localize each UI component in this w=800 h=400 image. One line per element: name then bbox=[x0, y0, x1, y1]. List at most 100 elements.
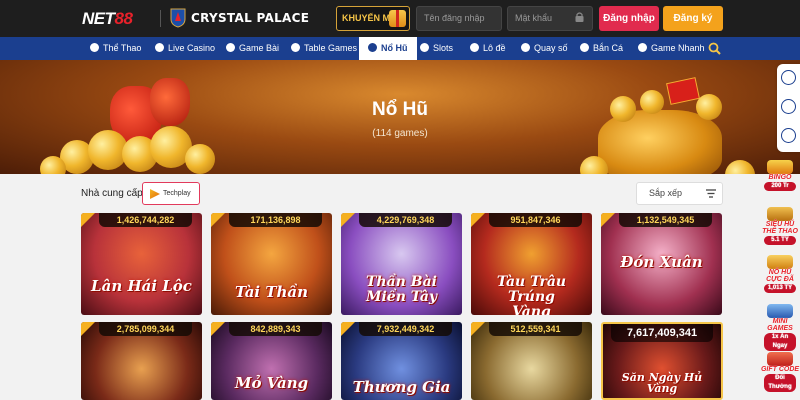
nav-item-quay-so[interactable]: Quay số bbox=[521, 37, 568, 60]
nav-label: Live Casino bbox=[168, 43, 216, 53]
nav-item-table-games[interactable]: Table Games bbox=[291, 37, 357, 60]
game-title: Săn Ngày Hủ Vàng bbox=[621, 371, 703, 395]
game-title: Đón Xuân bbox=[620, 253, 703, 271]
nav-label: Slots bbox=[433, 43, 454, 53]
slot-machine-icon bbox=[420, 43, 429, 52]
nav-item-ban-ca[interactable]: Bắn Cá bbox=[580, 37, 623, 60]
login-button[interactable]: Đăng nhập bbox=[599, 6, 659, 31]
game-card[interactable]: 4,229,769,348 Thần Bài Miền Tây bbox=[341, 213, 462, 315]
slot-jar-icon bbox=[368, 43, 377, 52]
telegram-icon[interactable] bbox=[781, 99, 796, 114]
provider-chip-label: Techplay bbox=[163, 190, 191, 197]
nav-item-game-nhanh[interactable]: Game Nhanh bbox=[638, 37, 705, 60]
hot-badge bbox=[341, 213, 355, 227]
chat-icon[interactable] bbox=[781, 70, 796, 85]
nav-item-live-casino[interactable]: Live Casino bbox=[155, 37, 215, 60]
promo-bingo[interactable]: BINGO 200 Tr bbox=[760, 160, 800, 191]
game-title: Tàu Trâu Trúng Vàng bbox=[496, 274, 567, 316]
game-card[interactable]: 951,847,346 Tàu Trâu Trúng Vàng bbox=[471, 213, 592, 315]
nav-label: Lô đề bbox=[483, 43, 506, 53]
nav-label: Game Bài bbox=[239, 43, 280, 53]
nav-item-slots[interactable]: Slots bbox=[420, 37, 453, 60]
game-card[interactable]: 512,559,341 bbox=[471, 322, 592, 400]
lottery-ball-icon bbox=[470, 43, 479, 52]
nav-item-no-hu[interactable]: Nổ Hũ bbox=[359, 37, 417, 60]
fish-icon bbox=[580, 43, 589, 52]
hot-badge bbox=[211, 213, 225, 227]
game-card[interactable]: 2,785,099,344 bbox=[81, 322, 202, 400]
game-title: Lân Hái Lộc bbox=[91, 277, 192, 295]
game-title: Thần Bài Miền Tây bbox=[365, 274, 438, 305]
nav-item-the-thao[interactable]: Thể Thao bbox=[90, 37, 141, 60]
casino-chip-icon bbox=[155, 43, 164, 52]
nav-item-lo-de[interactable]: Lô đề bbox=[470, 37, 506, 60]
gold-coin-icon bbox=[640, 90, 664, 114]
promo-title: MINI GAMES bbox=[767, 318, 793, 332]
hot-badge bbox=[81, 213, 95, 227]
sort-dropdown[interactable]: Sắp xếp bbox=[636, 182, 723, 205]
promo-no-hu-cuc-da[interactable]: NỔ HŨ CỰC ĐÃ 1,013 TỶ bbox=[760, 255, 800, 293]
nav-label: Bắn Cá bbox=[593, 43, 624, 53]
jackpot-amount: 512,559,341 bbox=[489, 322, 582, 336]
game-card[interactable]: 171,136,898 Tài Thần bbox=[211, 213, 332, 315]
jackpot-amount: 951,847,346 bbox=[489, 213, 582, 227]
soccer-ball-icon bbox=[90, 43, 99, 52]
nav-label: Quay số bbox=[534, 43, 568, 53]
sort-label: Sắp xếp bbox=[649, 188, 683, 198]
nav-item-game-bai[interactable]: Game Bài bbox=[226, 37, 279, 60]
gift-icon bbox=[389, 10, 406, 27]
jackpot-amount: 1,426,744,282 bbox=[99, 213, 192, 227]
trophy-icon bbox=[767, 207, 793, 221]
gift-box-icon bbox=[767, 352, 793, 366]
gold-coin-icon bbox=[696, 94, 722, 120]
site-logo[interactable]: NET88 bbox=[82, 9, 133, 29]
jackpot-amount: 2,785,099,344 bbox=[99, 322, 192, 336]
main-nav: Thể Thao Live Casino Game Bài Table Game… bbox=[0, 37, 800, 60]
gamepad-icon bbox=[638, 43, 647, 52]
provider-label: Nhà cung cấp bbox=[81, 188, 143, 199]
game-card[interactable]: 842,889,343 Mỏ Vàng bbox=[211, 322, 332, 400]
promo-value: 1x Ăn Ngay bbox=[764, 333, 796, 351]
mini-games-icon bbox=[767, 304, 793, 318]
partner-name: CRYSTAL PALACE bbox=[191, 11, 310, 25]
promo-title: GIFT CODE bbox=[760, 366, 800, 373]
crystal-palace-crest-icon bbox=[170, 8, 186, 28]
game-card[interactable]: 7,932,449,342 Thương Gia bbox=[341, 322, 462, 400]
username-input[interactable]: Tên đăng nhập bbox=[416, 6, 502, 31]
promo-title: NỔ HŨ CỰC ĐÃ bbox=[766, 269, 794, 283]
game-card-featured[interactable]: 7,617,409,341 Săn Ngày Hủ Vàng bbox=[601, 322, 723, 400]
lock-icon bbox=[575, 12, 584, 22]
hot-badge bbox=[471, 213, 485, 227]
hot-badge bbox=[471, 322, 485, 336]
nav-label: Nổ Hũ bbox=[381, 43, 408, 53]
jackpot-amount: 7,617,409,341 bbox=[611, 324, 713, 342]
gold-coin-icon bbox=[725, 160, 755, 174]
jackpot-amount: 4,229,769,348 bbox=[359, 213, 452, 227]
provider-filter-techplay[interactable]: Techplay bbox=[142, 182, 200, 205]
sort-lines-icon bbox=[706, 189, 716, 198]
register-button[interactable]: Đăng ký bbox=[663, 6, 723, 31]
page-title: Nổ Hũ bbox=[372, 99, 428, 120]
gold-coin-icon bbox=[610, 96, 636, 122]
search-icon[interactable] bbox=[708, 42, 721, 55]
game-card[interactable]: 1,132,549,345 Đón Xuân bbox=[601, 213, 722, 315]
promo-gift-code[interactable]: GIFT CODE Đổi Thưởng bbox=[760, 352, 800, 392]
promo-title: BINGO bbox=[768, 174, 792, 181]
game-title: Tài Thần bbox=[234, 283, 309, 301]
money-bag-icon bbox=[150, 78, 190, 126]
game-card[interactable]: 1,426,744,282 Lân Hái Lộc bbox=[81, 213, 202, 315]
playing-cards-icon bbox=[226, 43, 235, 52]
promo-mini-games[interactable]: MINI GAMES 1x Ăn Ngay bbox=[760, 304, 800, 351]
promo-value: 5.1 TỶ bbox=[764, 236, 796, 245]
games-count: (114 games) bbox=[372, 128, 428, 139]
techplay-logo-icon bbox=[150, 189, 160, 199]
jackpot-amount: 1,132,549,345 bbox=[619, 213, 712, 227]
help-icon[interactable] bbox=[781, 128, 796, 143]
gold-coin-icon bbox=[185, 144, 215, 174]
promo-value: 1,013 TỶ bbox=[764, 284, 796, 293]
nav-label: Thể Thao bbox=[103, 43, 142, 53]
logo-divider bbox=[160, 10, 161, 27]
promo-sieu-hu-the-thao[interactable]: SIÊU HŨ THỂ THAO 5.1 TỶ bbox=[760, 207, 800, 245]
top-header: NET88 CRYSTAL PALACE KHUYẾN MÃI Tên đăng… bbox=[0, 0, 800, 37]
promo-button[interactable]: KHUYẾN MÃI bbox=[336, 6, 410, 31]
